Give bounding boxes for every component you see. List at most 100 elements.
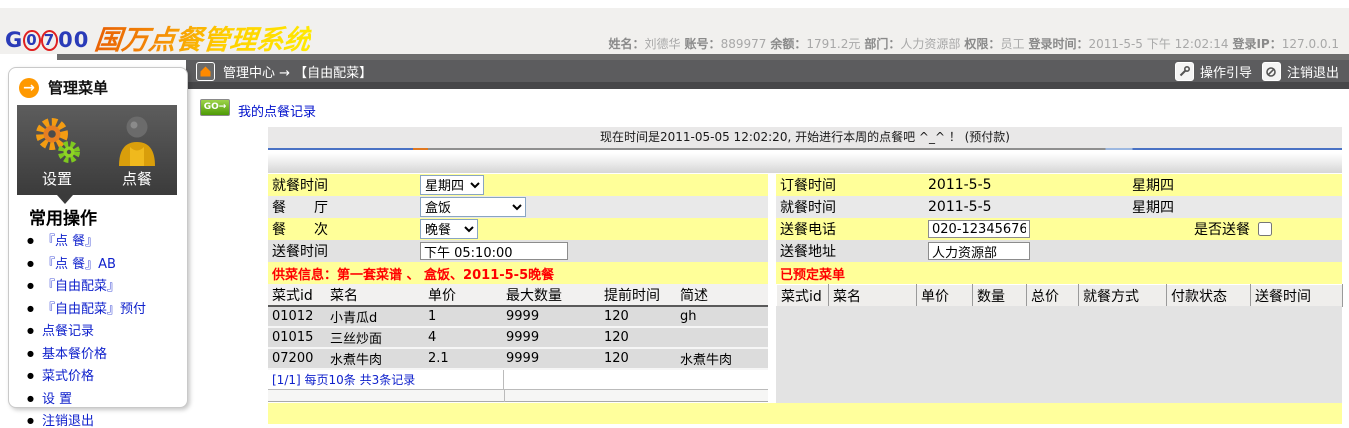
sidebar-menu-link[interactable]: 『点 餐』 [23, 230, 146, 253]
logo-text: 00 [58, 28, 89, 52]
guide-label: 操作引导 [1200, 62, 1252, 81]
order-time-value: 2011-5-5 [928, 177, 1132, 193]
table-row: 01012小青瓜d19999120gh [268, 306, 768, 327]
form-row-delivery-time: 送餐时间 [268, 240, 768, 262]
sidebar: → 管理菜单 设置 [8, 67, 188, 408]
delivery-time-input[interactable] [420, 242, 568, 260]
notice-bar: 现在时间是2011-05-05 12:02:20, 开始进行本周的点餐吧 ^_^… [268, 127, 1342, 148]
booked-title-text: 已预定菜单 [780, 264, 845, 283]
supply-info-row: 供菜信息：第一套菜谱 、 盒饭、2011-5-5晚餐 [268, 262, 768, 284]
sidebar-menu-link[interactable]: 『自由配菜』预付 [23, 298, 146, 321]
deliver-question-label: 是否送餐 [1194, 219, 1250, 239]
sidebar-menu-link[interactable]: 设 置 [23, 388, 146, 411]
sidebar-title: 管理菜单 [48, 77, 108, 98]
sidebar-menu-link[interactable]: 『自由配菜』 [23, 275, 146, 298]
go-button[interactable]: GO→ [200, 99, 230, 116]
logout-button[interactable]: 注销退出 [1262, 62, 1339, 81]
company-logo: G0700 [5, 28, 89, 52]
booked-title-row: 已预定菜单 [776, 262, 1342, 284]
app-window: G0700 国万点餐管理系统 姓名：刘德华账号：889977余额：1791.2元… [0, 0, 1349, 428]
column-header: 单价 [424, 284, 502, 306]
table-footer-strip [268, 390, 768, 402]
form-row-dining-time: 就餐时间 2011-5-5 星期四 [776, 196, 1342, 218]
sidebar-menu-link[interactable]: 菜式价格 [23, 365, 146, 388]
order-time-weekday: 星期四 [1132, 175, 1174, 195]
sidebar-section-title: 常用操作 [29, 204, 97, 229]
breadcrumb-path: 管理中心 → 【自由配菜】 [223, 62, 372, 81]
header-band: G0700 国万点餐管理系统 姓名：刘德华账号：889977余额：1791.2元… [0, 8, 1349, 54]
section-gradient [268, 153, 1342, 173]
restaurant-select[interactable]: 盒饭 [420, 197, 526, 217]
guide-button[interactable]: 操作引导 [1175, 62, 1252, 81]
logo-circled-char: 0 [23, 30, 40, 51]
booked-table-empty-body [776, 306, 1342, 403]
column-header: 菜式id [777, 285, 829, 307]
settings-label: 设置 [42, 168, 72, 189]
sidebar-menu: 『点 餐』『点 餐』AB『自由配菜』『自由配菜』预付点餐记录基本餐价格菜式价格设… [23, 230, 146, 428]
dishes-table: 菜式id菜名单价最大数量提前时间简述 01012小青瓜d19999120gh01… [268, 284, 768, 370]
restaurant-label: 餐 厅 [272, 197, 420, 217]
my-records-link[interactable]: 我的点餐记录 [238, 101, 316, 120]
column-header: 送餐时间 [1251, 285, 1343, 307]
column-header: 菜式id [268, 284, 326, 306]
person-icon [112, 114, 162, 166]
column-header: 简述 [676, 284, 768, 306]
nav-actions: 操作引导 注销退出 [1175, 62, 1339, 81]
order-form: 就餐时间 星期四 餐 厅 盒饭 餐 次 晚餐 送餐时间 供菜信息：第一套菜谱 、… [268, 174, 768, 284]
booked-table: 菜式id菜名单价数量总价就餐方式付款状态送餐时间 [776, 284, 1343, 307]
phone-field-wrap [928, 220, 1132, 238]
column-header: 数量 [973, 285, 1027, 307]
settings-big-button[interactable]: 设置 [17, 105, 97, 195]
dishes-table-header: 菜式id菜名单价最大数量提前时间简述 [268, 284, 768, 306]
form-row-dine-time: 就餐时间 星期四 [268, 174, 768, 196]
column-header: 提前时间 [600, 284, 676, 306]
form-row-restaurant: 餐 厅 盒饭 [268, 196, 768, 218]
dishes-table-body: 01012小青瓜d19999120gh01015三丝炒面499991200720… [268, 306, 768, 369]
sidebar-menu-link[interactable]: 『点 餐』AB [23, 253, 146, 276]
form-row-meal: 餐 次 晚餐 [268, 218, 768, 240]
table-row: 01015三丝炒面49999120 [268, 327, 768, 348]
logout-icon [1262, 62, 1281, 81]
table-row: 07200水煮牛肉2.19999120水煮牛肉 [268, 348, 768, 369]
form-row-order-time: 订餐时间 2011-5-5 星期四 [776, 174, 1342, 196]
booking-info-form: 订餐时间 2011-5-5 星期四 就餐时间 2011-5-5 星期四 送餐电话… [776, 174, 1342, 284]
dine-time-select[interactable]: 星期四 [420, 175, 484, 195]
pagination-row: [1/1] 每页10条 共3条记录 [268, 370, 768, 390]
meal-select[interactable]: 晚餐 [420, 219, 478, 239]
order-time-label: 订餐时间 [780, 175, 928, 195]
sidebar-menu-link[interactable]: 基本餐价格 [23, 343, 146, 366]
gears-icon [31, 114, 83, 166]
order-big-button[interactable]: 点餐 [97, 105, 177, 195]
deliver-checkbox[interactable] [1258, 222, 1272, 236]
logo-text: G [5, 28, 23, 52]
pagination-text[interactable]: [1/1] 每页10条 共3条记录 [268, 370, 504, 389]
column-header: 菜名 [829, 285, 917, 307]
dining-time-label: 就餐时间 [780, 197, 928, 217]
meal-label: 餐 次 [272, 219, 420, 239]
dine-time-label: 就餐时间 [272, 175, 420, 195]
sidebar-menu-link[interactable]: 点餐记录 [23, 320, 146, 343]
breadcrumb: 管理中心 → 【自由配菜】 [196, 62, 372, 81]
form-row-phone: 送餐电话 是否送餐 [776, 218, 1342, 240]
address-label: 送餐地址 [780, 241, 928, 261]
user-info-bar: 姓名：刘德华账号：889977余额：1791.2元部门：人力资源部权限：员工登录… [609, 35, 1343, 52]
wrench-icon [1175, 62, 1194, 81]
logout-label: 注销退出 [1287, 62, 1339, 81]
app-logo-title: 国万点餐管理系统 [93, 18, 313, 57]
delivery-time-label: 送餐时间 [272, 241, 420, 261]
supply-info-text: 供菜信息：第一套菜谱 、 盒饭、2011-5-5晚餐 [272, 264, 554, 283]
column-header: 最大数量 [502, 284, 600, 306]
arrow-circle-icon: → [19, 78, 39, 98]
dining-time-weekday: 星期四 [1132, 197, 1174, 217]
breadcrumb-bar: 管理中心 → 【自由配菜】 操作引导 注销退出 [186, 60, 1349, 89]
address-input[interactable] [928, 242, 1030, 260]
form-row-address: 送餐地址 [776, 240, 1342, 262]
home-icon[interactable] [196, 62, 215, 81]
notice-underline [268, 148, 1342, 150]
panel-pointer [57, 195, 73, 204]
phone-input[interactable] [928, 220, 1030, 238]
column-header: 单价 [917, 285, 973, 307]
column-header: 付款状态 [1167, 285, 1251, 307]
sidebar-menu-link[interactable]: 注销退出 [23, 410, 146, 428]
booked-table-header: 菜式id菜名单价数量总价就餐方式付款状态送餐时间 [777, 285, 1343, 307]
